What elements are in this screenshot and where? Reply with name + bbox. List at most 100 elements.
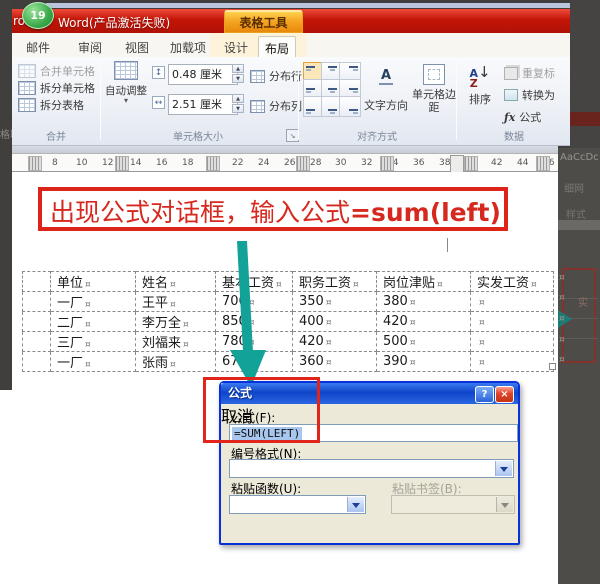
table-cell[interactable] (22, 331, 51, 352)
table-cell[interactable]: 刘福来 ¤ (135, 331, 216, 352)
distribute-rows-button[interactable]: 分布行 (250, 68, 302, 84)
formula-button[interactable]: ƒx 公式 (504, 109, 541, 125)
ruler-tick: 38 (439, 158, 451, 168)
row-height-input[interactable]: 0.48 厘米 (168, 64, 238, 85)
annotation-text: 出现公式对话框，输入公式 (50, 198, 351, 227)
left-page-margin (0, 390, 12, 584)
document-page[interactable]: 出现公式对话框，输入公式=sum(left) 单位¤ 姓名¤ 基本工资¤ 职务工… (12, 172, 558, 584)
repeat-header-rows-button[interactable]: 重复标 (504, 65, 555, 81)
tab-view[interactable]: 视图 (119, 36, 155, 59)
spin-up-icon[interactable]: ▲ (232, 64, 244, 73)
merge-cells-button[interactable]: 合并单元格 (18, 63, 95, 79)
table-cell[interactable]: 380 ¤ (376, 291, 471, 312)
table-cell[interactable]: ¤ (470, 291, 554, 312)
row-end-mark-icon: ¤ (559, 335, 565, 345)
ruler-column-marker[interactable] (115, 156, 129, 171)
table-cell[interactable]: 400 ¤ (292, 311, 377, 332)
ruler-tick: 30 (335, 158, 347, 168)
text-direction-icon: A (378, 68, 394, 85)
tab-design[interactable]: 设计 (218, 36, 254, 59)
spin-down-icon[interactable]: ▼ (232, 104, 244, 113)
table-cell[interactable] (22, 351, 51, 372)
autofit-button[interactable]: 自动调整 ▾ (104, 61, 148, 105)
arrow-annotation (230, 241, 266, 387)
table-cell[interactable]: 420 ¤ (292, 331, 377, 352)
distribute-cols-button[interactable]: 分布列 (250, 98, 302, 114)
ruler-tick: 26 (284, 158, 296, 168)
table-cell[interactable] (22, 291, 51, 312)
text-direction-button[interactable]: A 文字方向 (362, 64, 410, 113)
ruler-tick: 44 (517, 158, 529, 168)
table-cell[interactable]: 三厂 ¤ (50, 331, 136, 352)
spin-up-icon[interactable]: ▲ (232, 94, 244, 103)
align-bottom-right-button[interactable] (339, 96, 361, 117)
spin-down-icon[interactable]: ▼ (232, 74, 244, 83)
cell-end-mark-icon: ¤ (183, 340, 189, 350)
ruler-column-marker[interactable] (464, 156, 478, 171)
table-cell[interactable]: 一厂 ¤ (50, 291, 136, 312)
cell-end-mark-icon: ¤ (409, 358, 416, 368)
table-cell[interactable]: 350 ¤ (292, 291, 377, 312)
tab-addins[interactable]: 加载项 (164, 36, 212, 59)
table-resize-handle[interactable] (549, 363, 556, 370)
table-cell[interactable]: 500 ¤ (376, 331, 471, 352)
salary-table[interactable]: 单位¤ 姓名¤ 基本工资¤ 职务工资¤ 岗位津贴¤ 实发工资¤ 一厂¤ 王平¤ … (22, 271, 554, 372)
ruler-column-marker[interactable] (536, 156, 550, 171)
table-cell[interactable]: 390 ¤ (376, 351, 471, 372)
col-width-input[interactable]: 2.51 厘米 (168, 94, 238, 115)
split-cells-button[interactable]: 拆分单元格 (18, 80, 95, 96)
table-cell[interactable]: 姓名 ¤ (135, 271, 216, 292)
ruler-tick: 28 (310, 158, 322, 168)
number-format-select[interactable] (229, 459, 514, 478)
table-cell[interactable]: 职务工资 ¤ (292, 271, 377, 292)
convert-to-text-button[interactable]: 转换为 (504, 87, 555, 103)
word-window: ro Word(产品激活失败) 19 表格工具 邮件 审阅 视图 加载项 设计 … (0, 0, 600, 584)
split-table-button[interactable]: 拆分表格 (18, 97, 84, 113)
cell-end-mark-icon: ¤ (531, 280, 537, 290)
annotation-formula: =sum(left) (350, 198, 501, 227)
table-cell[interactable] (22, 271, 51, 292)
tab-review[interactable]: 审阅 (72, 36, 108, 59)
table-cell[interactable]: ¤ (470, 331, 554, 352)
tab-mailings[interactable]: 邮件 (20, 36, 56, 59)
cell-margins-button[interactable]: 单元格边距 (412, 64, 456, 114)
ruler-column-marker[interactable] (28, 156, 42, 171)
table-cell[interactable]: 二厂 ¤ (50, 311, 136, 332)
paste-bookmark-select (391, 495, 515, 514)
chevron-down-icon[interactable] (347, 497, 364, 512)
ruler-column-marker[interactable] (206, 156, 220, 171)
row-end-mark-icon: ¤ (559, 273, 565, 283)
table-cell[interactable]: 单位 ¤ (50, 271, 136, 292)
sort-button[interactable]: A Z ↓ 排序 (462, 62, 498, 107)
row-height-stepper[interactable]: ▲ ▼ (232, 64, 244, 83)
close-icon[interactable]: × (495, 386, 514, 403)
table-cell[interactable]: 一厂 ¤ (50, 351, 136, 372)
paste-function-select[interactable] (229, 495, 366, 514)
chevron-down-icon[interactable] (495, 461, 512, 476)
table-cell[interactable] (22, 311, 51, 332)
ruler-tick: 36 (413, 158, 425, 168)
table-cell[interactable]: 420 ¤ (376, 311, 471, 332)
table-cell[interactable]: 360 ¤ (292, 351, 377, 372)
ruler-column-marker[interactable] (296, 156, 310, 171)
table-header-row: 单位¤ 姓名¤ 基本工资¤ 职务工资¤ 岗位津贴¤ 实发工资¤ (22, 271, 554, 292)
help-button[interactable]: ? (475, 386, 494, 403)
highlight-box-dialog (203, 377, 320, 443)
table-cell[interactable]: 实发工资 ¤ (470, 271, 554, 292)
ruler-column-marker[interactable] (380, 156, 394, 171)
cell-margins-icon (423, 64, 445, 85)
table-row: 一厂 ¤ 王平 ¤ 706 ¤ 350 ¤ 380 ¤ ¤ (22, 291, 554, 312)
cell-end-mark-icon: ¤ (85, 320, 91, 330)
left-strip-fragment: 格耶 (0, 130, 12, 141)
annotation-callout: 出现公式对话框，输入公式=sum(left) (38, 187, 508, 231)
col-width-stepper[interactable]: ▲ ▼ (232, 94, 244, 113)
repeat-header-icon (504, 66, 518, 80)
table-cell[interactable]: ¤ (470, 351, 554, 372)
table-cell[interactable]: 岗位津贴 ¤ (376, 271, 471, 292)
table-cell[interactable]: 王平 ¤ (135, 291, 216, 312)
ribbon-tab-strip: 邮件 审阅 视图 加载项 设计 布局 (12, 33, 570, 60)
table-cell[interactable]: 张雨 ¤ (135, 351, 216, 372)
table-cell[interactable]: ¤ (470, 311, 554, 332)
table-cell[interactable]: 李万全 ¤ (135, 311, 216, 332)
horizontal-ruler[interactable]: 8 10 12 14 16 18 22 24 26 28 30 32 34 36… (12, 153, 558, 174)
